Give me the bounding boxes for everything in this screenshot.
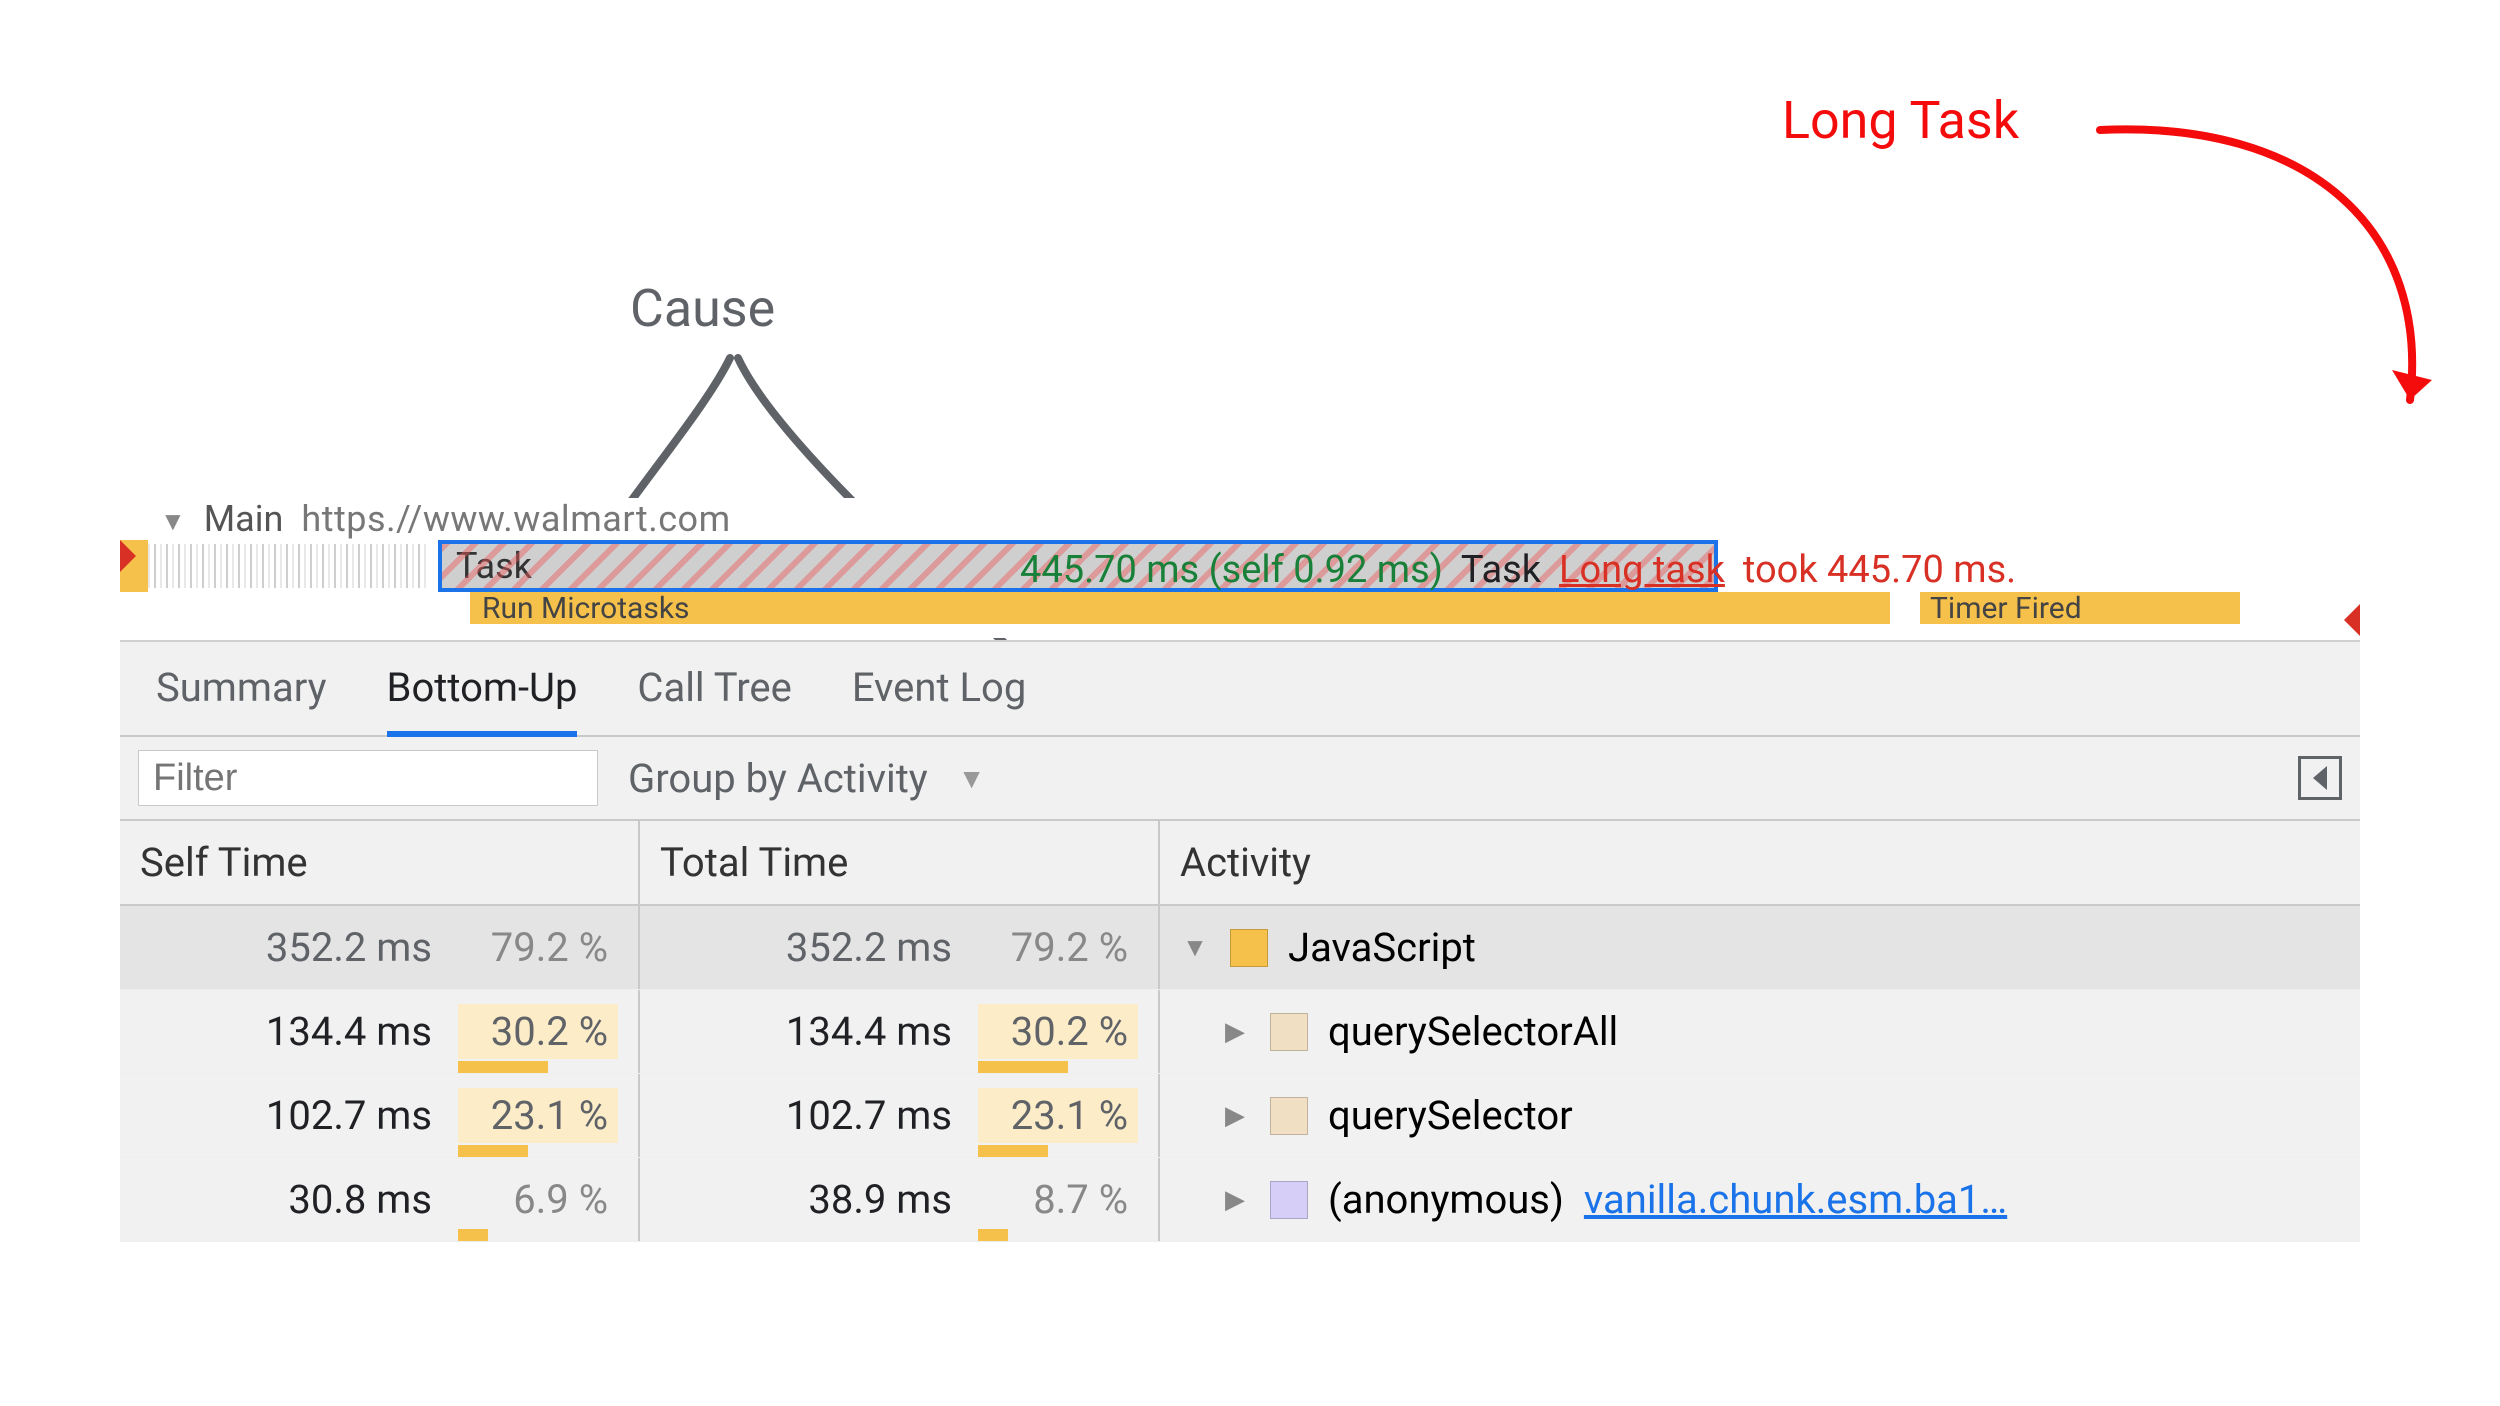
header-total-time[interactable]: Total Time — [640, 821, 1160, 904]
time-ms: 30.8 ms — [222, 1176, 432, 1223]
activity-cell: ▶ (anonymous) vanilla.chunk.esm.ba1… — [1160, 1158, 2360, 1241]
table-row[interactable]: 134.4 ms 30.2 % 134.4 ms 30.2 % ▶ querySelect… — [120, 990, 2360, 1074]
time-cell: 38.9 ms 8.7 % — [640, 1158, 1160, 1241]
activity-source-link[interactable]: vanilla.chunk.esm.ba1… — [1584, 1176, 2007, 1223]
activity-name: (anonymous) — [1328, 1176, 1564, 1223]
time-pct: 6.9 % — [458, 1172, 618, 1227]
flame-microtask-row: Run Microtasks Timer Fired — [120, 592, 2360, 636]
tooltip-duration: 445.70 ms (self 0.92 ms) — [1020, 548, 1443, 592]
chevron-right-icon[interactable]: ▶ — [1220, 1101, 1250, 1131]
chevron-right-icon[interactable]: ▶ — [1220, 1017, 1250, 1047]
tab-summary[interactable]: Summary — [156, 664, 327, 735]
header-activity[interactable]: Activity — [1160, 821, 2360, 904]
activity-cell: ▼ JavaScript — [1160, 906, 2360, 989]
tooltip-task-label: Task — [1461, 548, 1541, 592]
chevron-right-icon[interactable]: ▶ — [1220, 1185, 1250, 1215]
flame-task-row: Task 445.70 ms (self 0.92 ms) Task Long … — [120, 540, 2360, 592]
time-ms: 102.7 ms — [222, 1092, 432, 1139]
time-pct: 79.2 % — [978, 920, 1138, 975]
arrow-long-task-icon — [2070, 90, 2500, 450]
time-ms: 352.2 ms — [742, 924, 952, 971]
task-tooltip: 445.70 ms (self 0.92 ms) Task Long task … — [1020, 548, 2016, 592]
activity-cell: ▶ querySelector — [1160, 1074, 2360, 1157]
details-tabs: Summary Bottom-Up Call Tree Event Log — [120, 642, 2360, 737]
chevron-down-icon: ▼ — [958, 762, 986, 795]
time-pct: 23.1 % — [978, 1088, 1138, 1143]
filter-input[interactable] — [138, 750, 598, 806]
tooltip-long-task-rest: took 445.70 ms. — [1743, 548, 2016, 592]
tab-call-tree[interactable]: Call Tree — [637, 664, 791, 735]
annotation-long-task: Long Task — [1782, 90, 2019, 151]
flame-task-label: Task — [456, 545, 532, 587]
time-cell: 134.4 ms 30.2 % — [120, 990, 640, 1073]
activity-swatch — [1270, 1181, 1308, 1219]
overflow-right-icon — [2344, 604, 2360, 636]
time-ms: 38.9 ms — [742, 1176, 952, 1223]
time-pct: 79.2 % — [458, 920, 618, 975]
time-ms: 352.2 ms — [222, 924, 432, 971]
time-cell: 102.7 ms 23.1 % — [640, 1074, 1160, 1157]
time-pct: 30.2 % — [978, 1004, 1138, 1059]
chevron-down-icon[interactable]: ▼ — [1180, 932, 1210, 963]
thread-main-label: Main — [204, 498, 284, 540]
time-cell: 134.4 ms 30.2 % — [640, 990, 1160, 1073]
details-panel: Summary Bottom-Up Call Tree Event Log Gr… — [120, 640, 2360, 1242]
time-ms: 134.4 ms — [222, 1008, 432, 1055]
table-row[interactable]: 30.8 ms 6.9 % 38.9 ms 8.7 % ▶ (anonymous) van… — [120, 1158, 2360, 1242]
table-row[interactable]: 102.7 ms 23.1 % 102.7 ms 23.1 % ▶ querySelect… — [120, 1074, 2360, 1158]
chevron-down-icon: ▼ — [160, 506, 186, 537]
flame-barcode — [148, 544, 428, 588]
filter-toolbar: Group by Activity ▼ — [120, 737, 2360, 821]
activity-name: querySelector — [1328, 1092, 1573, 1139]
group-by-label: Group by Activity — [628, 755, 928, 802]
annotation-cause: Cause — [630, 278, 775, 339]
time-cell: 352.2 ms 79.2 % — [120, 906, 640, 989]
time-pct: 8.7 % — [978, 1172, 1138, 1227]
flame-microtasks-bar[interactable]: Run Microtasks — [470, 592, 1890, 624]
heaviest-stack-toggle-icon[interactable] — [2298, 756, 2342, 800]
flame-timer-fired-bar[interactable]: Timer Fired — [1920, 592, 2240, 624]
activity-swatch — [1270, 1013, 1308, 1051]
activity-swatch — [1270, 1097, 1308, 1135]
overflow-left-icon — [120, 540, 136, 572]
activity-cell: ▶ querySelectorAll — [1160, 990, 2360, 1073]
group-by-select[interactable]: Group by Activity ▼ — [628, 755, 985, 802]
thread-main-url: https.//www.walmart.com — [301, 498, 730, 540]
time-cell: 352.2 ms 79.2 % — [640, 906, 1160, 989]
thread-main-row[interactable]: ▼ Main https.//www.walmart.com — [120, 498, 2360, 540]
time-pct: 30.2 % — [458, 1004, 618, 1059]
tab-event-log[interactable]: Event Log — [852, 664, 1026, 735]
table-row[interactable]: 352.2 ms 79.2 % 352.2 ms 79.2 % ▼ JavaScript — [120, 906, 2360, 990]
activity-name: querySelectorAll — [1328, 1008, 1618, 1055]
activity-name: JavaScript — [1288, 924, 1476, 971]
tooltip-long-task-link[interactable]: Long task — [1559, 548, 1725, 592]
activity-swatch — [1230, 929, 1268, 967]
tab-bottom-up[interactable]: Bottom-Up — [387, 664, 578, 737]
time-ms: 134.4 ms — [742, 1008, 952, 1055]
time-cell: 102.7 ms 23.1 % — [120, 1074, 640, 1157]
time-cell: 30.8 ms 6.9 % — [120, 1158, 640, 1241]
table-headers: Self Time Total Time Activity — [120, 821, 2360, 906]
time-pct: 23.1 % — [458, 1088, 618, 1143]
header-self-time[interactable]: Self Time — [120, 821, 640, 904]
time-ms: 102.7 ms — [742, 1092, 952, 1139]
